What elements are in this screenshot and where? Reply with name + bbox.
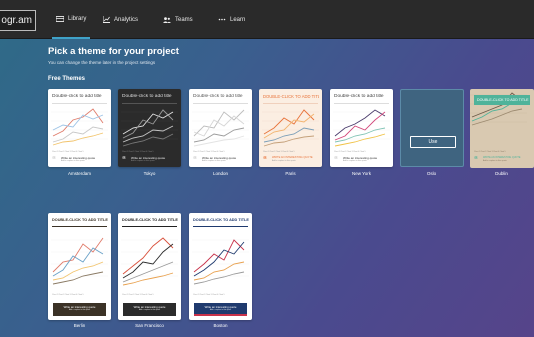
theme-preview-chart bbox=[121, 237, 178, 286]
theme-card-quote-caption: Add a caption to this quote bbox=[202, 160, 226, 162]
theme-card-quote-caption: Add a caption to this quote bbox=[209, 309, 232, 311]
theme-name-oslo: Oslo bbox=[426, 171, 437, 176]
theme-card-legend: Chart 1 Chart 2 Chart 3 Chart 4 Chart 5 bbox=[52, 151, 84, 153]
nav-tab-analytics[interactable]: Analytics bbox=[103, 0, 138, 39]
nav-tab-analytics-label: Analytics bbox=[114, 16, 139, 23]
theme-card-dublin[interactable]: DOUBLE-CLICK TO ADD TITLE Chart 1 Chart … bbox=[470, 89, 534, 168]
theme-card-london[interactable]: Double-click to add title Chart 1 Chart … bbox=[189, 89, 252, 167]
theme-card-title: DOUBLE-CLICK TO ADD TITLE bbox=[122, 218, 178, 222]
theme-card-title: Double-click to add title bbox=[334, 94, 384, 99]
theme-card-legend: Chart 1 Chart 2 Chart 3 Chart 4 Chart 5 bbox=[193, 151, 225, 153]
theme-card-quote-caption: Add a caption to this quote bbox=[61, 160, 85, 162]
theme-card-boston[interactable]: DOUBLE-CLICK TO ADD TITLE Chart 1 Chart … bbox=[189, 213, 252, 320]
nav-tab-library-label: Library bbox=[68, 15, 87, 22]
quote-icon: “ bbox=[52, 155, 56, 164]
theme-card-legend: Chart 1 Chart 2 Chart 3 Chart 4 Chart 5 bbox=[334, 151, 366, 153]
quote-icon: “ bbox=[263, 155, 267, 164]
theme-name-london: London bbox=[212, 171, 229, 176]
theme-card-legend: Chart 1 Chart 2 Chart 3 Chart 4 Chart 5 bbox=[122, 294, 154, 296]
theme-name-boston: Boston bbox=[213, 323, 228, 328]
theme-card-quote-caption: Add a caption to this quote bbox=[272, 160, 296, 162]
theme-card-title-bar: DOUBLE-CLICK TO ADD TITLE bbox=[474, 95, 530, 105]
quote-icon: “ bbox=[122, 155, 126, 164]
theme-card-title: DOUBLE-CLICK TO ADD TITLE bbox=[52, 218, 108, 222]
free-themes-heading: Free Themes bbox=[48, 76, 86, 82]
teams-icon bbox=[163, 16, 171, 23]
nav-tab-learn-label: Learn bbox=[230, 16, 246, 23]
theme-card-title: Double-click to add title bbox=[122, 94, 172, 99]
theme-card-berlin[interactable]: DOUBLE-CLICK TO ADD TITLE Chart 1 Chart … bbox=[48, 213, 111, 320]
theme-preview-chart bbox=[121, 109, 178, 147]
theme-card-tokyo[interactable]: Double-click to add title Chart 1 Chart … bbox=[118, 89, 181, 167]
theme-card-new-york[interactable]: Double-click to add title Chart 1 Chart … bbox=[330, 89, 393, 167]
theme-name-paris: Paris bbox=[285, 171, 296, 176]
theme-card-title: DOUBLE-CLICK TO ADD TITLE bbox=[477, 98, 529, 102]
theme-card-legend: Chart 1 Chart 2 Chart 3 Chart 4 Chart 5 bbox=[193, 294, 225, 296]
theme-name-new-york: New York bbox=[351, 171, 371, 176]
theme-card-title: DOUBLE-CLICK TO ADD TITLE bbox=[193, 218, 249, 222]
theme-card-title: Double-click to add title bbox=[193, 94, 243, 99]
nav-tab-teams-label: Teams bbox=[175, 16, 193, 23]
theme-card-quote-caption: Add a caption to this quote bbox=[343, 160, 367, 162]
theme-preview-chart bbox=[51, 108, 108, 146]
theme-card-quote: WRITE AN INTERESTING QUOTE bbox=[483, 156, 521, 159]
theme-card-paris[interactable]: DOUBLE-CLICK TO ADD TITLE Chart 1 Chart … bbox=[259, 89, 322, 167]
use-theme-button[interactable]: Use bbox=[410, 136, 456, 148]
theme-preview-chart bbox=[192, 109, 249, 147]
theme-card-quote-box: Write an interesting quote Add a caption… bbox=[194, 303, 247, 316]
theme-card-amsterdam[interactable]: Double-click to add title Chart 1 Chart … bbox=[48, 89, 111, 167]
theme-card-quote-caption: Add a caption to this quote bbox=[138, 309, 161, 311]
theme-name-san-francisco: San Francisco bbox=[135, 323, 164, 328]
quote-icon: “ bbox=[193, 155, 197, 164]
app-logo[interactable]: ogr.am bbox=[0, 10, 36, 31]
nav-tab-teams[interactable]: Teams bbox=[163, 0, 193, 39]
theme-card-quote-box: Write an interesting quote Add a caption… bbox=[53, 303, 106, 316]
theme-card-oslo[interactable]: Use bbox=[400, 89, 464, 167]
theme-preview-chart bbox=[192, 239, 249, 285]
theme-name-tokyo: Tokyo bbox=[143, 171, 156, 176]
learn-icon bbox=[218, 18, 226, 21]
theme-preview-chart bbox=[333, 109, 390, 147]
theme-card-quote-box: Write an interesting quote Add a caption… bbox=[123, 303, 176, 316]
theme-card-quote-caption: Add a caption to this quote bbox=[483, 160, 507, 162]
theme-name-dublin: Dublin bbox=[495, 171, 508, 176]
analytics-icon bbox=[103, 16, 110, 23]
theme-card-quote: WRITE AN INTERESTING QUOTE bbox=[272, 156, 313, 159]
theme-card-title: Double-click to add title bbox=[52, 94, 102, 99]
quote-icon: “ bbox=[334, 155, 338, 164]
nav-tab-library[interactable]: Library bbox=[52, 0, 91, 39]
theme-name-amsterdam: Amsterdam bbox=[67, 171, 91, 176]
theme-card-quote-caption: Add a caption to this quote bbox=[68, 309, 91, 311]
theme-preview-chart bbox=[51, 237, 108, 285]
page-subtitle: You can change the theme later in the pr… bbox=[48, 60, 156, 65]
theme-card-legend: Chart 1 Chart 2 Chart 3 Chart 4 Chart 5 bbox=[122, 151, 154, 153]
theme-preview-chart bbox=[262, 109, 319, 147]
theme-card-san-francisco[interactable]: DOUBLE-CLICK TO ADD TITLE Chart 1 Chart … bbox=[118, 213, 181, 320]
theme-card-quote-caption: Add a caption to this quote bbox=[131, 160, 155, 162]
page-title: Pick a theme for your project bbox=[48, 46, 179, 57]
theme-card-legend: Chart 1 Chart 2 Chart 3 Chart 4 Chart 5 bbox=[474, 151, 506, 153]
theme-card-legend: Chart 1 Chart 2 Chart 3 Chart 4 Chart 5 bbox=[263, 151, 295, 153]
theme-name-berlin: Berlin bbox=[73, 323, 86, 328]
library-icon bbox=[56, 15, 64, 22]
theme-card-title: DOUBLE-CLICK TO ADD TITLE bbox=[263, 94, 319, 99]
quote-icon: “ bbox=[474, 155, 478, 164]
nav-tab-learn[interactable]: Learn bbox=[218, 0, 245, 39]
top-nav-bar: ogr.am Library Analytics Teams Learn bbox=[0, 0, 534, 39]
theme-card-legend: Chart 1 Chart 2 Chart 3 Chart 4 Chart 5 bbox=[52, 294, 84, 296]
